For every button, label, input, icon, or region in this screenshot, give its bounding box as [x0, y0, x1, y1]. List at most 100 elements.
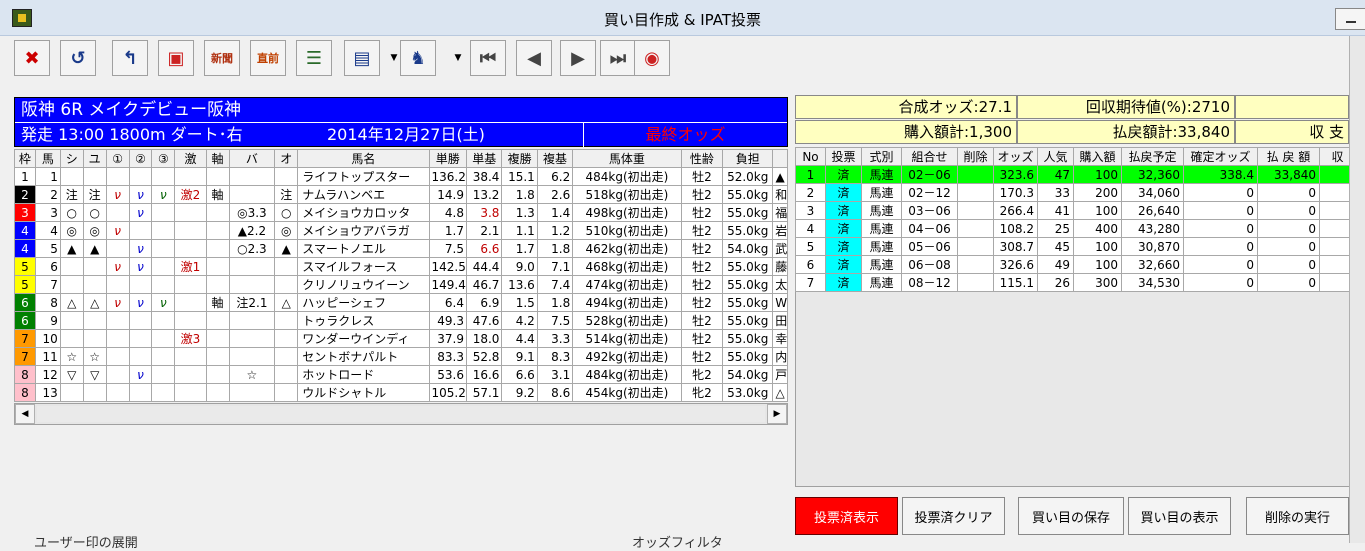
- column-header[interactable]: 激: [174, 149, 207, 168]
- table-row[interactable]: 2 済馬連 02－12 170.3 33 200 34,060 0 0: [795, 183, 1356, 202]
- table-row[interactable]: 3 3 ○ ○ ν ◎3.3 ○ メイショウカロッタ 4.8 3.8 1.3 1.4 498kg(初出走…: [14, 203, 788, 222]
- newspaper-button[interactable]: 新聞: [204, 40, 240, 76]
- cell-sex: 牡2: [680, 203, 724, 222]
- cell-jockey: 岩: [772, 221, 788, 240]
- show-voted-button[interactable]: 投票済表示: [795, 497, 898, 535]
- column-header[interactable]: ①: [105, 149, 130, 168]
- table-row[interactable]: 4 4 ◎ ◎ ν ▲2.2 ◎ メイショウアバラガ 1.7 2.1 1.1 1.2 510kg(初出走…: [14, 221, 788, 240]
- return-button[interactable]: ↰: [112, 40, 148, 76]
- table-row[interactable]: 5 済馬連 05－06 308.7 45 100 30,870 0 0: [795, 237, 1356, 256]
- cell-weight: 492kg(初出走): [572, 347, 682, 366]
- table-row[interactable]: 4 済馬連 04－06 108.2 25 400 43,280 0 0: [795, 219, 1356, 238]
- undo-button[interactable]: ↺: [60, 40, 96, 76]
- column-header[interactable]: 馬: [34, 149, 61, 168]
- clear-voted-button[interactable]: 投票済クリア: [902, 497, 1005, 535]
- vertical-scrollbar[interactable]: [1349, 36, 1365, 543]
- cell-jockey: W: [772, 293, 788, 312]
- cell-m1: [105, 383, 130, 402]
- cell-futan: 52.0kg: [722, 167, 774, 186]
- cell-m1: [105, 275, 130, 294]
- table-row[interactable]: 3 済馬連 03－06 266.4 41 100 26,640 0 0: [795, 201, 1356, 220]
- column-header[interactable]: ③: [151, 149, 176, 168]
- table-row[interactable]: 8 13 ウルドシャトル 105.2 57.1 9.2 8.6 454kg(初出走) 牝2 53.…: [14, 383, 788, 402]
- column-header[interactable]: 軸: [205, 149, 230, 168]
- cell-ba: [228, 167, 276, 186]
- table-row[interactable]: 5 6 ν ν 激1 スマイルフォース 142.5 44.4 9.0 7.1 468kg(初出走) 牡…: [14, 257, 788, 276]
- column-header[interactable]: 削除: [957, 147, 994, 166]
- cell-combo: 02－12: [901, 183, 958, 202]
- cell-m1: ν: [105, 293, 130, 312]
- dropdown-arrow-icon[interactable]: ▼: [388, 40, 400, 76]
- table-row[interactable]: 8 12 ▽ ▽ ν ☆ ホットロード 53.6 16.6 6.6 3.1 484kg(初出走) 牝2 5…: [14, 365, 788, 384]
- cell-tanki: 13.2: [465, 185, 503, 204]
- column-header[interactable]: 購入額: [1073, 147, 1122, 166]
- column-header[interactable]: 確定オッズ: [1183, 147, 1258, 166]
- scroll-track[interactable]: [37, 406, 765, 422]
- column-header[interactable]: シ: [59, 149, 84, 168]
- table-row[interactable]: 6 8 △ △ ν ν ν 軸注2.1 △ ハッピーシェフ 6.4 6.9 1.5 1.8 494kg(初出…: [14, 293, 788, 312]
- show-selection-button[interactable]: 買い目の表示: [1128, 497, 1231, 535]
- checklist-button[interactable]: ▤: [344, 40, 380, 76]
- scroll-left-icon[interactable]: ◀: [15, 404, 35, 424]
- column-header[interactable]: [772, 149, 788, 168]
- minimize-button[interactable]: [1335, 8, 1365, 30]
- next-button[interactable]: ▶: [560, 40, 596, 76]
- column-header[interactable]: No: [795, 147, 826, 166]
- column-header[interactable]: 払戻予定: [1121, 147, 1184, 166]
- column-header[interactable]: 単基: [465, 149, 503, 168]
- cell-name: スマイルフォース: [297, 257, 430, 276]
- table-row[interactable]: 7 済馬連 08－12 115.1 26 300 34,530 0 0: [795, 273, 1356, 292]
- column-header[interactable]: オ: [274, 149, 299, 168]
- column-header[interactable]: 馬名: [297, 149, 430, 168]
- column-header[interactable]: バ: [228, 149, 276, 168]
- speed-button[interactable]: ◉: [634, 40, 670, 76]
- column-header[interactable]: 性齢: [680, 149, 724, 168]
- column-header[interactable]: 単勝: [428, 149, 467, 168]
- column-header[interactable]: 投票: [825, 147, 862, 166]
- prev-button[interactable]: ◀: [516, 40, 552, 76]
- column-header[interactable]: 枠: [14, 149, 36, 168]
- just-before-button[interactable]: 直前: [250, 40, 286, 76]
- table-row[interactable]: 5 7 クリノリュウイーン 149.4 46.7 13.6 7.4 474kg(初出走) 牡2 5…: [14, 275, 788, 294]
- last-button[interactable]: ⏭: [600, 40, 636, 76]
- column-header[interactable]: 組合せ: [901, 147, 958, 166]
- column-header[interactable]: 払 戻 額: [1257, 147, 1320, 166]
- cell-uma: 3: [34, 203, 61, 222]
- close-button[interactable]: ✖: [14, 40, 50, 76]
- column-header[interactable]: 複基: [536, 149, 574, 168]
- column-header[interactable]: 馬体重: [572, 149, 682, 168]
- table-row[interactable]: 7 10 激3 ワンダーウインディ 37.9 18.0 4.4 3.3 514kg(初出走) 牡2…: [14, 329, 788, 348]
- first-button[interactable]: ⏮: [470, 40, 506, 76]
- execute-delete-button[interactable]: 削除の実行: [1246, 497, 1349, 535]
- cell-shi: ▽: [59, 365, 84, 384]
- column-header[interactable]: 式別: [861, 147, 902, 166]
- cell-geki: [174, 365, 207, 384]
- table-row[interactable]: 6 9 トゥラクレス 49.3 47.6 4.2 7.5 528kg(初出走) 牡2 55.0kg…: [14, 311, 788, 330]
- column-header[interactable]: ユ: [82, 149, 107, 168]
- column-header[interactable]: 負担: [722, 149, 774, 168]
- first-icon: ⏮: [479, 47, 497, 69]
- column-header[interactable]: 人気: [1037, 147, 1074, 166]
- cell-shi: [59, 311, 84, 330]
- table-row[interactable]: 7 11 ☆ ☆ セントボナパルト 83.3 52.8 9.1 8.3 492kg(初出走) 牡2 5…: [14, 347, 788, 366]
- column-header[interactable]: ②: [128, 149, 153, 168]
- column-header[interactable]: 複勝: [501, 149, 538, 168]
- table-row[interactable]: 1 1 ライフトップスター 136.2 38.4 15.1 6.2 484kg(初出走) 牡2 5…: [14, 167, 788, 186]
- cell-futan: 55.0kg: [722, 311, 774, 330]
- save-selection-button[interactable]: 買い目の保存: [1018, 497, 1124, 535]
- table-row[interactable]: 2 2 注注 ν ν ν 激2 軸注ナムラハンベエ 14.9 13.2 1.8 2.6 518kg(初出…: [14, 185, 788, 204]
- table-row[interactable]: 1 済馬連 02－06 323.6 47 100 32,360 338.4 33,840: [795, 165, 1356, 184]
- cell-m2: ν: [128, 185, 153, 204]
- horizontal-scrollbar[interactable]: ◀ ▶: [14, 403, 788, 425]
- table-row[interactable]: 6 済馬連 06－08 326.6 49 100 32,660 0 0: [795, 255, 1356, 274]
- card-button[interactable]: ▣: [158, 40, 194, 76]
- dropdown-arrow-icon[interactable]: ▼: [452, 40, 464, 76]
- scroll-right-icon[interactable]: ▶: [767, 404, 787, 424]
- column-header[interactable]: オッズ: [993, 147, 1038, 166]
- cell-name: ナムラハンベエ: [297, 185, 430, 204]
- horse-check-button[interactable]: ♞: [400, 40, 436, 76]
- prev-icon: ◀: [527, 47, 541, 69]
- cell-yu: ▽: [82, 365, 107, 384]
- table-row[interactable]: 4 5 ▲ ▲ ν ○2.3 ▲ スマートノエル 7.5 6.6 1.7 1.8 462kg(初出走) 牡…: [14, 239, 788, 258]
- list-numbers-button[interactable]: ☰: [296, 40, 332, 76]
